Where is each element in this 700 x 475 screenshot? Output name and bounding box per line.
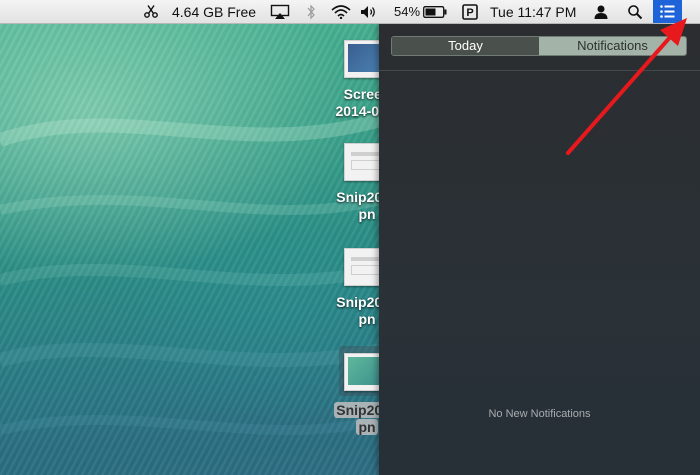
user-icon[interactable]: [593, 4, 609, 20]
free-space-indicator[interactable]: 4.64 GB Free: [172, 0, 256, 24]
battery-percentage[interactable]: 54%: [394, 0, 420, 24]
notification-center-icon[interactable]: [653, 0, 682, 23]
desktop-file-label-line2: pn: [356, 419, 378, 435]
tab-notifications[interactable]: Notifications: [539, 37, 686, 55]
divider: [379, 70, 700, 71]
clock[interactable]: Tue 11:47 PM: [490, 0, 576, 24]
battery-icon[interactable]: [423, 6, 447, 18]
menu-bar: 4.64 GB Free 54% P Tue 11:47 PM: [0, 0, 700, 24]
scissors-icon[interactable]: [143, 4, 159, 20]
volume-icon[interactable]: [359, 4, 379, 20]
wifi-icon[interactable]: [331, 5, 351, 19]
bluetooth-icon[interactable]: [306, 4, 316, 20]
screen: Screen 2014-0...3 Snip2014 pn Snip2014 p…: [0, 0, 700, 475]
no-notifications-message: No New Notifications: [488, 408, 591, 420]
notification-center-panel: Today Notifications No New Notifications: [379, 24, 700, 475]
notification-center-tabs: Today Notifications: [391, 36, 687, 56]
airplay-icon[interactable]: [270, 4, 290, 20]
spotlight-search-icon[interactable]: [627, 4, 643, 20]
tab-today[interactable]: Today: [392, 37, 539, 55]
p-icon-letter: P: [466, 7, 473, 19]
p-icon[interactable]: P: [462, 4, 478, 20]
